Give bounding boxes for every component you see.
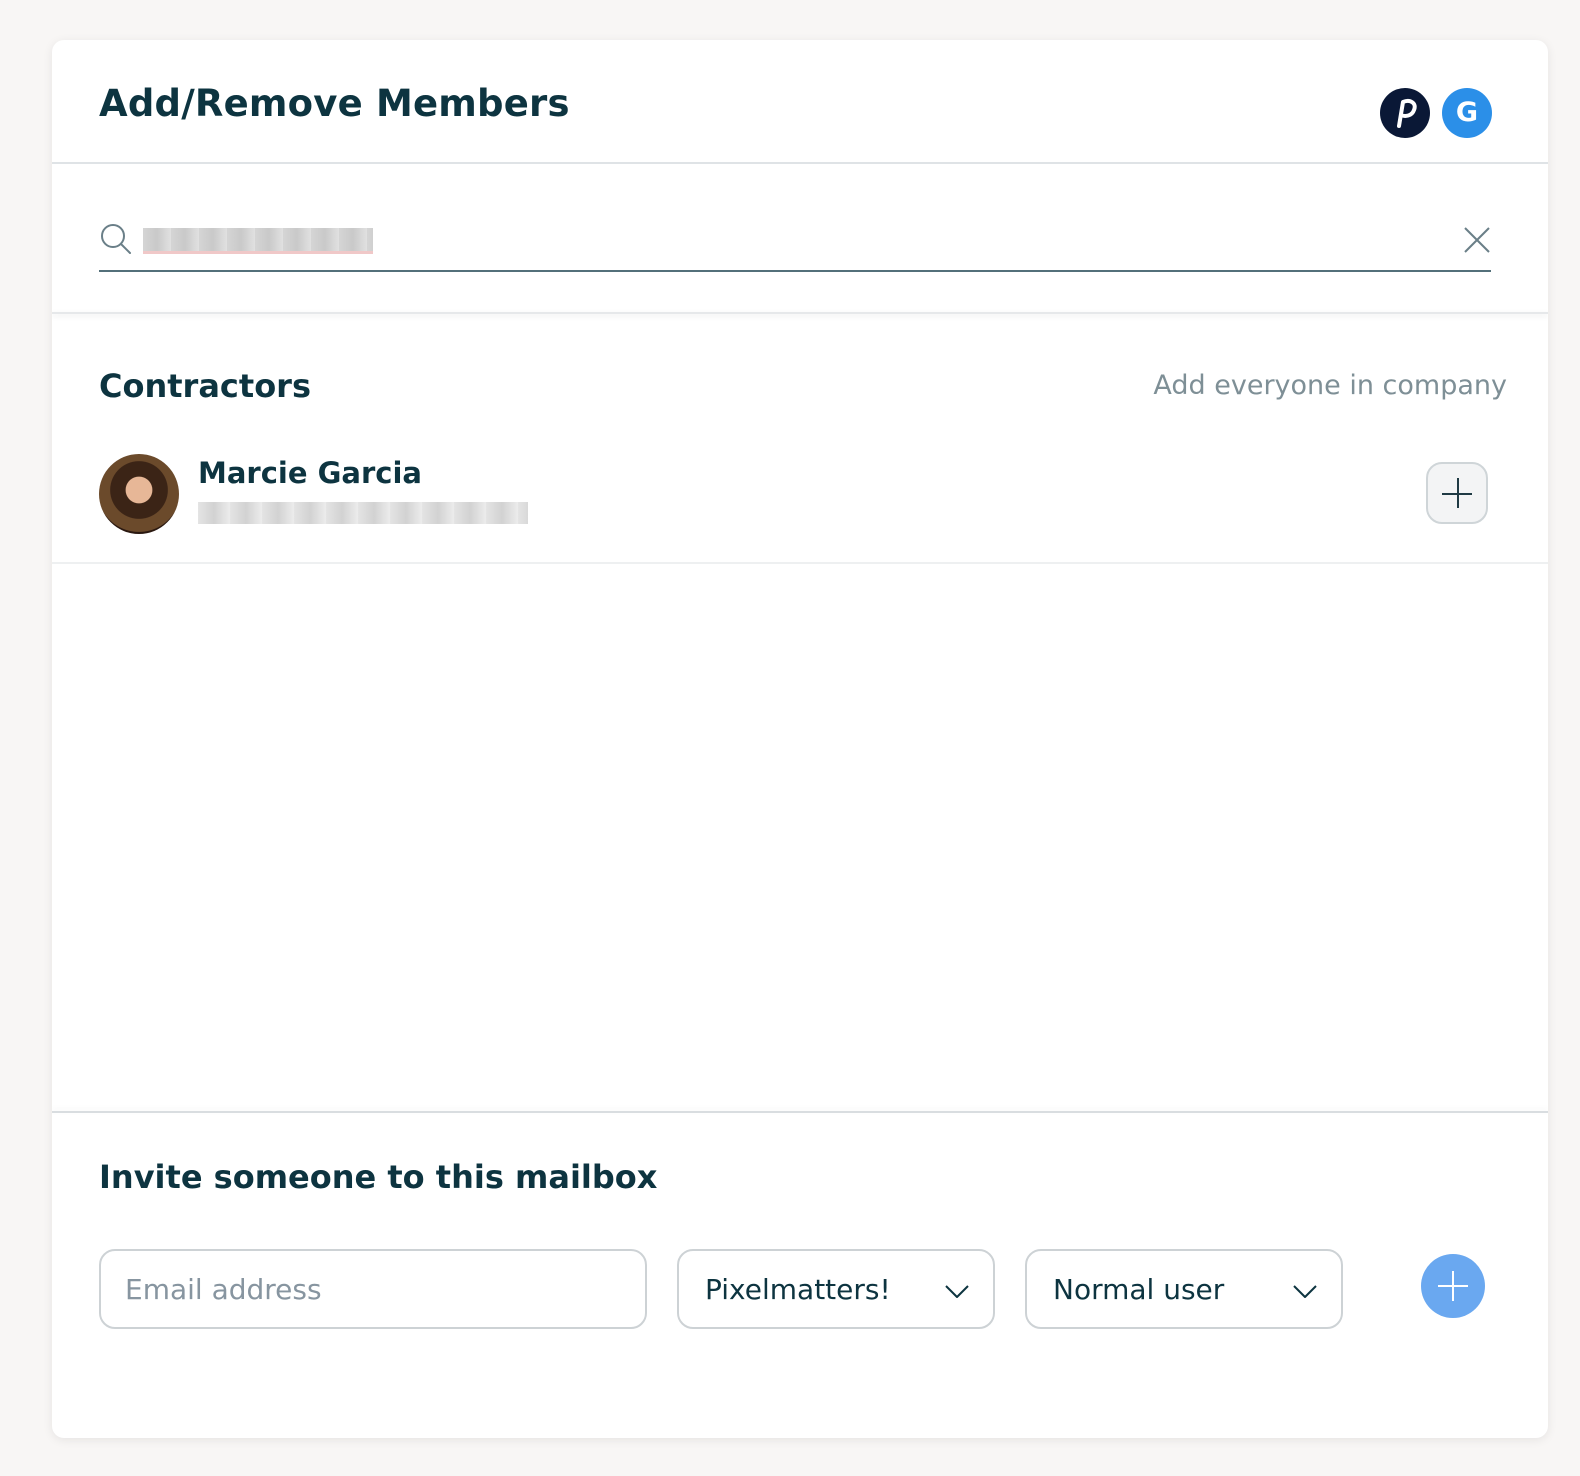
search-input[interactable] xyxy=(143,228,373,254)
invite-title: Invite someone to this mailbox xyxy=(99,1158,658,1196)
search-bar[interactable] xyxy=(99,214,1491,272)
role-select[interactable]: Normal user xyxy=(1025,1249,1343,1329)
p-logo-icon-glyph xyxy=(1397,99,1417,128)
add-everyone-link[interactable]: Add everyone in company xyxy=(1153,370,1507,401)
member-email xyxy=(198,502,528,524)
member-name: Marcie Garcia xyxy=(198,456,422,490)
divider xyxy=(52,312,1548,314)
add-member-button[interactable] xyxy=(1426,462,1488,524)
email-field[interactable] xyxy=(99,1249,647,1329)
company-select[interactable]: Pixelmatters! xyxy=(677,1249,995,1329)
dialog-header: Add/Remove Members G xyxy=(52,40,1548,164)
company-select-value: Pixelmatters! xyxy=(705,1273,891,1306)
list-item: Marcie Garcia xyxy=(52,440,1548,564)
page-title: Add/Remove Members xyxy=(99,82,570,125)
members-dialog: Add/Remove Members G Contractors Add eve… xyxy=(52,40,1548,1438)
chevron-down-icon xyxy=(943,1277,971,1309)
search-icon xyxy=(99,222,133,260)
role-select-value: Normal user xyxy=(1053,1273,1225,1306)
avatar xyxy=(99,454,179,534)
divider xyxy=(52,1111,1548,1113)
close-icon[interactable] xyxy=(1463,226,1491,258)
invite-add-button[interactable] xyxy=(1421,1254,1485,1318)
p-logo-icon[interactable] xyxy=(1380,88,1430,138)
section-title: Contractors xyxy=(99,367,311,405)
avatar[interactable]: G xyxy=(1442,88,1492,138)
chevron-down-icon xyxy=(1291,1277,1319,1309)
